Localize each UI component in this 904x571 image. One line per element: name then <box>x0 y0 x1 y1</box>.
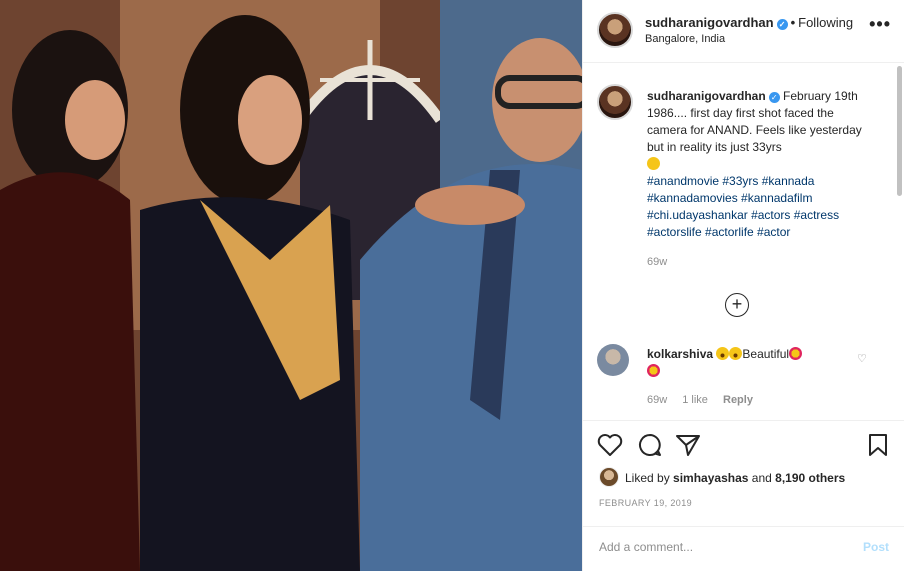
verified-icon: ✓ <box>776 19 788 30</box>
post-side-panel: sudharanigovardhan ✓ • Following Bangalore,… <box>582 0 904 571</box>
avatar[interactable] <box>597 12 633 48</box>
post-button[interactable]: Post <box>863 540 889 554</box>
caption-hashtags[interactable]: #anandmovie #33yrs #kannada #kannadamovi… <box>647 174 839 239</box>
post-photo[interactable] <box>0 0 582 571</box>
likes-joiner: and <box>751 471 772 485</box>
reply-button[interactable]: Reply <box>723 394 753 406</box>
comments-scrollbar[interactable] <box>897 66 902 196</box>
verified-icon: ✓ <box>768 92 780 103</box>
author-line: sudharanigovardhan ✓ • Following <box>645 15 853 30</box>
separator-dot: • <box>790 15 796 30</box>
location-link[interactable]: Bangalore, India <box>645 33 725 45</box>
author-username[interactable]: sudharanigovardhan <box>645 15 774 30</box>
comment-body: Beautiful <box>742 347 790 361</box>
caption: sudharanigovardhan ✓ February 19th 1986..… <box>647 88 877 241</box>
comment-icon[interactable] <box>637 433 663 457</box>
wow-emoji-icon <box>729 347 743 360</box>
bookmark-icon[interactable] <box>867 433 889 457</box>
caption-age: 69w <box>647 256 668 268</box>
comment-likes[interactable]: 1 like <box>682 394 708 406</box>
add-icon[interactable]: + <box>725 293 749 317</box>
commenter-username[interactable]: kolkarshiva <box>647 347 713 361</box>
wow-emoji-icon <box>716 347 730 360</box>
caption-username[interactable]: sudharanigovardhan <box>647 89 766 103</box>
comment-text: kolkarshiva Beautiful <box>647 346 847 380</box>
share-icon[interactable] <box>675 433 701 457</box>
comments-area[interactable]: sudharanigovardhan ✓ February 19th 1986..… <box>583 64 904 420</box>
comment-age: 69w <box>647 394 668 406</box>
comment-input[interactable]: Add a comment... <box>599 540 693 554</box>
likes-summary: Liked by simhayashas and 8,190 others <box>625 471 845 485</box>
liker-username[interactable]: simhayashas <box>673 471 748 485</box>
comment-like-icon[interactable]: ♡ <box>857 352 867 365</box>
commenter-avatar[interactable] <box>597 344 629 376</box>
heart-eyes-emoji-icon <box>647 364 660 377</box>
post-date[interactable]: FEBRUARY 19, 2019 <box>599 498 692 508</box>
likes-others[interactable]: 8,190 others <box>775 471 845 485</box>
liked-by-label: Liked by <box>625 471 670 485</box>
heart-icon[interactable] <box>597 433 623 457</box>
add-comment-bar: Add a comment... Post <box>583 526 904 571</box>
comment-meta: 69w 1 like Reply <box>647 394 765 406</box>
heart-eyes-emoji-icon <box>789 347 803 360</box>
liker-avatar[interactable] <box>599 467 619 487</box>
following-button[interactable]: Following <box>798 15 853 30</box>
grimace-emoji-icon <box>647 157 660 170</box>
post-actions: Liked by simhayashas and 8,190 others FE… <box>583 420 904 540</box>
photo-illustration <box>0 0 582 571</box>
post-header: sudharanigovardhan ✓ • Following Bangalore,… <box>583 0 904 63</box>
more-icon[interactable]: ••• <box>869 14 891 35</box>
caption-avatar[interactable] <box>597 84 633 120</box>
